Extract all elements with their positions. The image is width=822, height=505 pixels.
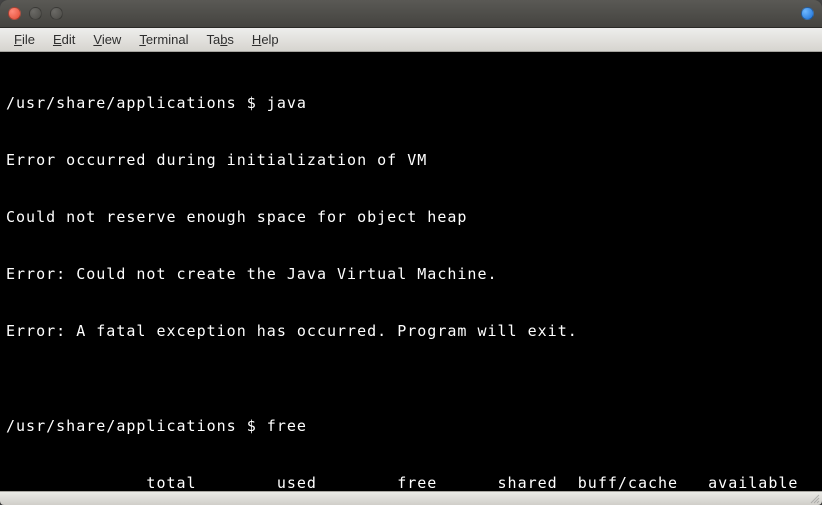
terminal-line: Could not reserve enough space for objec… <box>6 208 816 227</box>
terminal-line: Error: Could not create the Java Virtual… <box>6 265 816 284</box>
menu-edit-rest: dit <box>62 32 76 47</box>
menu-view-rest: iew <box>102 32 122 47</box>
terminal-line: total used free shared buff/cache availa… <box>6 474 816 491</box>
menu-help[interactable]: Help <box>244 30 287 49</box>
menu-tabs[interactable]: Tabs <box>198 30 241 49</box>
menu-edit[interactable]: Edit <box>45 30 83 49</box>
close-button[interactable] <box>8 7 21 20</box>
maximize-button[interactable] <box>50 7 63 20</box>
window-controls <box>8 7 63 20</box>
menu-help-rest: elp <box>261 32 278 47</box>
statusbar <box>0 491 822 505</box>
resize-grip-icon[interactable] <box>808 492 820 504</box>
menu-file[interactable]: File <box>6 30 43 49</box>
titlebar-help-icon[interactable] <box>801 7 814 20</box>
terminal-line: /usr/share/applications $ java <box>6 94 816 113</box>
menu-file-rest: ile <box>22 32 35 47</box>
terminal-line: Error occurred during initialization of … <box>6 151 816 170</box>
menu-terminal-rest: erminal <box>146 32 189 47</box>
menu-view[interactable]: View <box>85 30 129 49</box>
menubar: File Edit View Terminal Tabs Help <box>0 28 822 52</box>
menu-tabs-rest: s <box>227 32 234 47</box>
titlebar[interactable] <box>0 0 822 28</box>
terminal-window: File Edit View Terminal Tabs Help /usr/s… <box>0 0 822 505</box>
menu-terminal[interactable]: Terminal <box>131 30 196 49</box>
terminal-line: /usr/share/applications $ free <box>6 417 816 436</box>
minimize-button[interactable] <box>29 7 42 20</box>
terminal-viewport[interactable]: /usr/share/applications $ java Error occ… <box>0 52 822 491</box>
terminal-line: Error: A fatal exception has occurred. P… <box>6 322 816 341</box>
